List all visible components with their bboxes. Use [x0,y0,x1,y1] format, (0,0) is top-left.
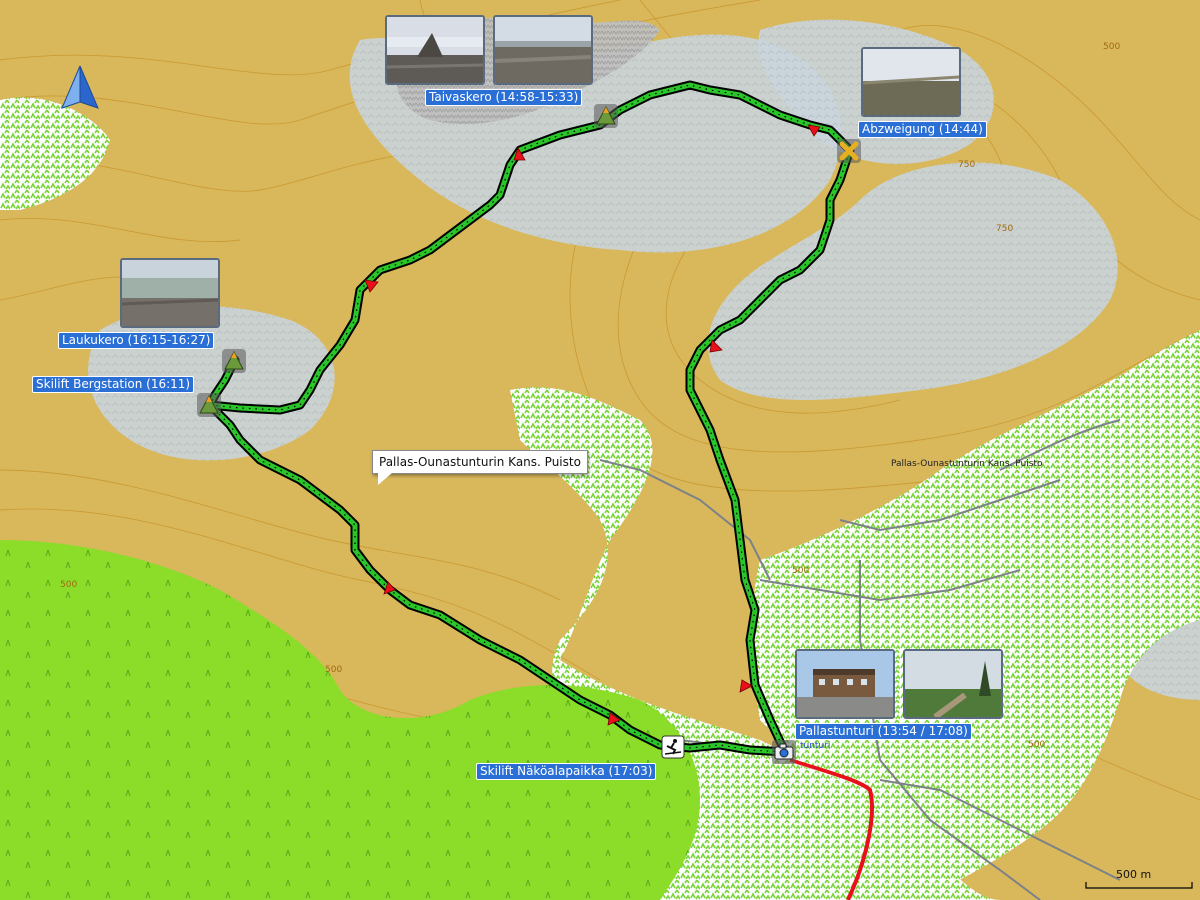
waypoint-label-laukukero[interactable]: Laukukero (16:15-16:27) [58,332,215,349]
waypoint-label-taivaskero[interactable]: Taivaskero (14:58-15:33) [425,89,583,106]
photo-thumbnail[interactable] [903,649,1003,719]
contour-label: 500 [792,566,810,576]
photo-thumbnail[interactable] [120,258,220,328]
tunturi-map-label: tunturi [800,741,831,751]
contour-label: 750 [996,224,1014,234]
photo-thumbnail[interactable] [861,47,961,117]
map-tooltip: Pallas-Ounastunturin Kans. Puisto [372,450,588,474]
photo-thumbnail[interactable] [385,15,485,85]
photo-thumbnail[interactable] [493,15,593,85]
summit-icon[interactable] [594,104,618,128]
waypoint-label-bergstation[interactable]: Skilift Bergstation (16:11) [32,376,195,393]
waypoint-label-abzweigung[interactable]: Abzweigung (14:44) [858,121,987,138]
waypoint-label-nakoala[interactable]: Skilift Näköalapaikka (17:03) [476,763,657,780]
photo-thumbnail[interactable] [795,649,895,719]
camera-icon[interactable] [772,740,796,764]
scale-label: 500 m [1116,868,1152,881]
contour-label: 500 [1028,740,1046,750]
summit-icon[interactable] [197,393,221,417]
contour-label: 750 [958,160,976,170]
contour-label: 500 [325,665,343,675]
tooltip-tail [378,473,392,485]
crossroads-icon[interactable] [837,139,861,163]
park-map-label: Pallas-Ounastunturin Kans. Puisto [891,459,1043,469]
contour-label: 500 [60,580,78,590]
skier-icon[interactable] [661,735,685,759]
summit-icon[interactable] [222,349,246,373]
waypoint-label-pallas[interactable]: Pallastunturi (13:54 / 17:08) [795,723,972,740]
contour-label: 500 [1103,42,1121,52]
